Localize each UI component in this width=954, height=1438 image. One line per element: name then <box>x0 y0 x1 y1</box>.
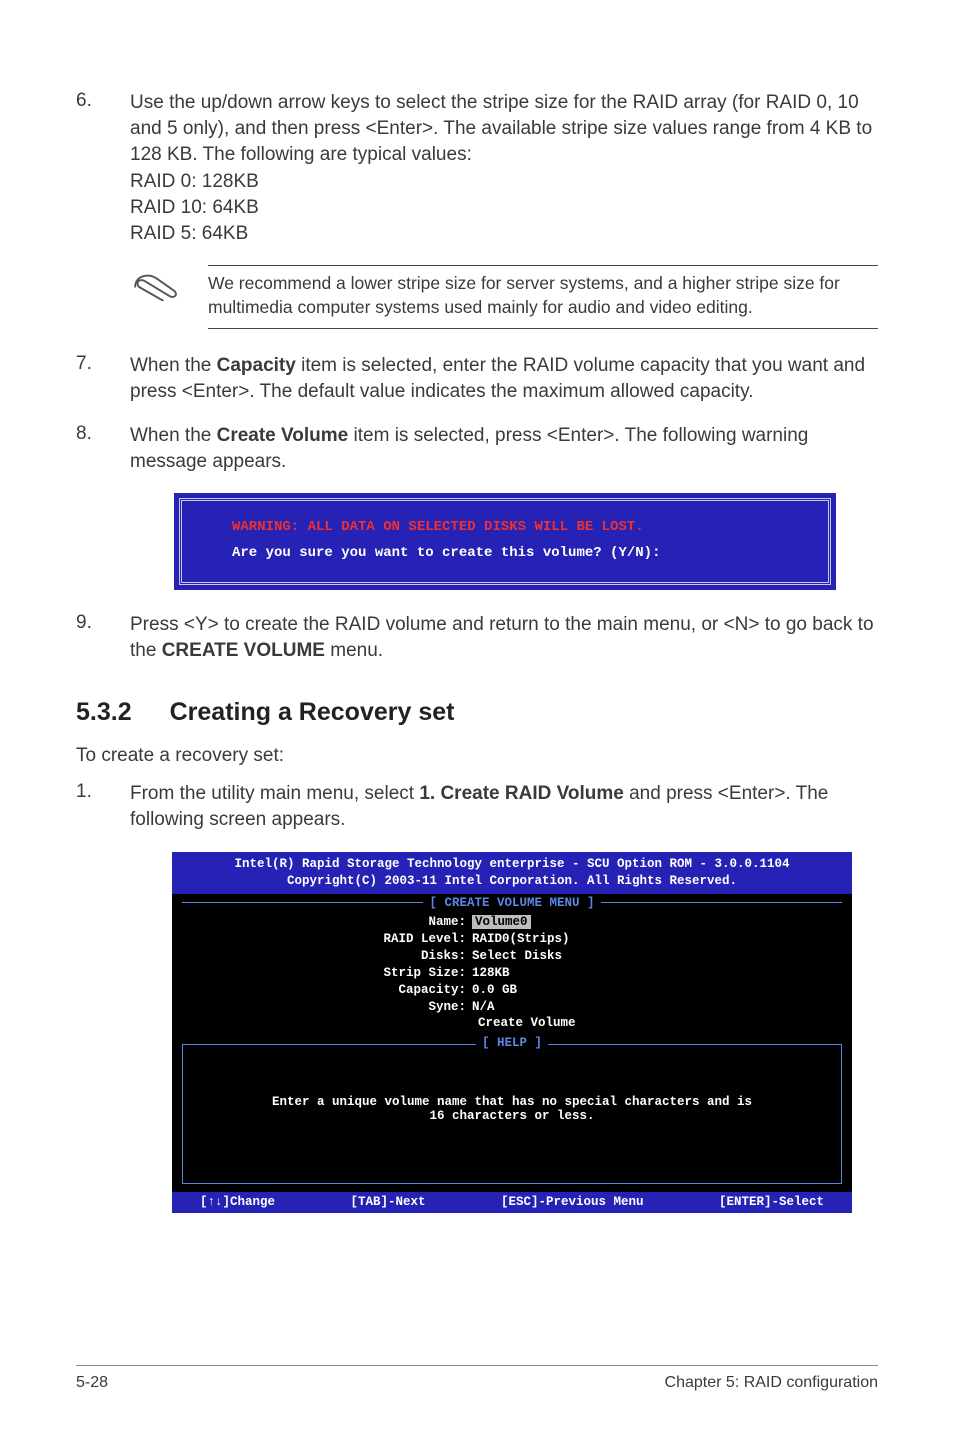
bios-help-panel: [ HELP ] Enter a unique volume name that… <box>182 1044 842 1184</box>
field-label: Name: <box>172 914 472 931</box>
text-pre: When the <box>130 355 217 376</box>
step-9: 9. Press <Y> to create the RAID volume a… <box>76 612 878 664</box>
hint-select: [ENTER]-Select <box>719 1195 824 1209</box>
field-value[interactable]: Select Disks <box>472 948 562 965</box>
warning-dialog: WARNING: ALL DATA ON SELECTED DISKS WILL… <box>174 493 836 589</box>
warning-inner: WARNING: ALL DATA ON SELECTED DISKS WILL… <box>179 498 831 584</box>
text-post: menu. <box>325 640 383 661</box>
step-number: 1. <box>76 781 130 833</box>
step-number: 8. <box>76 423 130 475</box>
field-raid-level: RAID Level: RAID0(Strips) <box>172 931 852 948</box>
hint-next: [TAB]-Next <box>350 1195 425 1209</box>
bios-key-hints: [↑↓]Change [TAB]-Next [ESC]-Previous Men… <box>172 1192 852 1213</box>
field-syne: Syne: N/A <box>172 999 852 1016</box>
bios-screenshot: Intel(R) Rapid Storage Technology enterp… <box>172 852 852 1213</box>
step-1: 1. From the utility main menu, select 1.… <box>76 781 878 833</box>
section-label: [ CREATE VOLUME MENU ] <box>423 896 600 910</box>
field-strip-size: Strip Size: 128KB <box>172 965 852 982</box>
warning-prompt: Are you sure you want to create this vol… <box>232 541 810 566</box>
field-label: Capacity: <box>172 982 472 999</box>
intro-text: To create a recovery set: <box>76 745 878 767</box>
text-bold: Capacity <box>217 355 296 376</box>
step-7: 7. When the Capacity item is selected, e… <box>76 353 878 405</box>
section-number: 5.3.2 <box>76 698 132 727</box>
step-8: 8. When the Create Volume item is select… <box>76 423 878 475</box>
step-number: 7. <box>76 353 130 405</box>
text-bold: CREATE VOLUME <box>162 640 325 661</box>
field-label: Disks: <box>172 948 472 965</box>
note-callout: We recommend a lower stripe size for ser… <box>130 265 878 328</box>
bios-title-line: Intel(R) Rapid Storage Technology enterp… <box>178 856 846 873</box>
field-label: RAID Level: <box>172 931 472 948</box>
step-number: 6. <box>76 90 130 247</box>
field-value[interactable]: N/A <box>472 999 495 1016</box>
text-pre: When the <box>130 425 217 446</box>
step-body: When the Create Volume item is selected,… <box>130 423 878 475</box>
paperclip-note-icon <box>130 265 182 306</box>
section-title: Creating a Recovery set <box>170 698 455 727</box>
field-disks: Disks: Select Disks <box>172 948 852 965</box>
text-bold: 1. Create RAID Volume <box>419 783 623 804</box>
bios-field-block: Name: Volume0 RAID Level: RAID0(Strips) … <box>172 910 852 1039</box>
field-value[interactable]: RAID0(Strips) <box>472 931 570 948</box>
create-volume-action[interactable]: Create Volume <box>172 1016 852 1030</box>
text-pre: From the utility main menu, select <box>130 783 419 804</box>
step-text: Use the up/down arrow keys to select the… <box>130 92 872 165</box>
page-number: 5-28 <box>76 1374 108 1392</box>
text-bold: Create Volume <box>217 425 349 446</box>
bios-copyright-line: Copyright(C) 2003-11 Intel Corporation. … <box>178 873 846 890</box>
help-label: [ HELP ] <box>476 1036 548 1050</box>
field-value[interactable]: 128KB <box>472 965 510 982</box>
hint-previous: [ESC]-Previous Menu <box>501 1195 644 1209</box>
warning-title: WARNING: ALL DATA ON SELECTED DISKS WILL… <box>232 515 810 540</box>
create-volume-menu-title: [ CREATE VOLUME MENU ] <box>172 894 852 910</box>
hint-change: [↑↓]Change <box>200 1195 275 1209</box>
note-text: We recommend a lower stripe size for ser… <box>208 265 878 328</box>
step-number: 9. <box>76 612 130 664</box>
field-label: Syne: <box>172 999 472 1016</box>
section-heading: 5.3.2 Creating a Recovery set <box>76 698 878 727</box>
chapter-title: Chapter 5: RAID configuration <box>665 1374 878 1392</box>
help-line: 16 characters or less. <box>201 1109 823 1123</box>
help-line: Enter a unique volume name that has no s… <box>201 1095 823 1109</box>
value-line: RAID 10: 64KB <box>130 195 878 221</box>
value-line: RAID 5: 64KB <box>130 221 878 247</box>
field-name: Name: Volume0 <box>172 914 852 931</box>
step-body: Use the up/down arrow keys to select the… <box>130 90 878 247</box>
field-value[interactable]: 0.0 GB <box>472 982 517 999</box>
field-label: Strip Size: <box>172 965 472 982</box>
step-body: From the utility main menu, select 1. Cr… <box>130 781 878 833</box>
value-line: RAID 0: 128KB <box>130 169 878 195</box>
step-body: When the Capacity item is selected, ente… <box>130 353 878 405</box>
field-capacity: Capacity: 0.0 GB <box>172 982 852 999</box>
field-value-selected[interactable]: Volume0 <box>472 915 531 929</box>
step-body: Press <Y> to create the RAID volume and … <box>130 612 878 664</box>
page-footer: 5-28 Chapter 5: RAID configuration <box>76 1365 878 1392</box>
bios-header: Intel(R) Rapid Storage Technology enterp… <box>172 852 852 895</box>
step-6: 6. Use the up/down arrow keys to select … <box>76 90 878 247</box>
